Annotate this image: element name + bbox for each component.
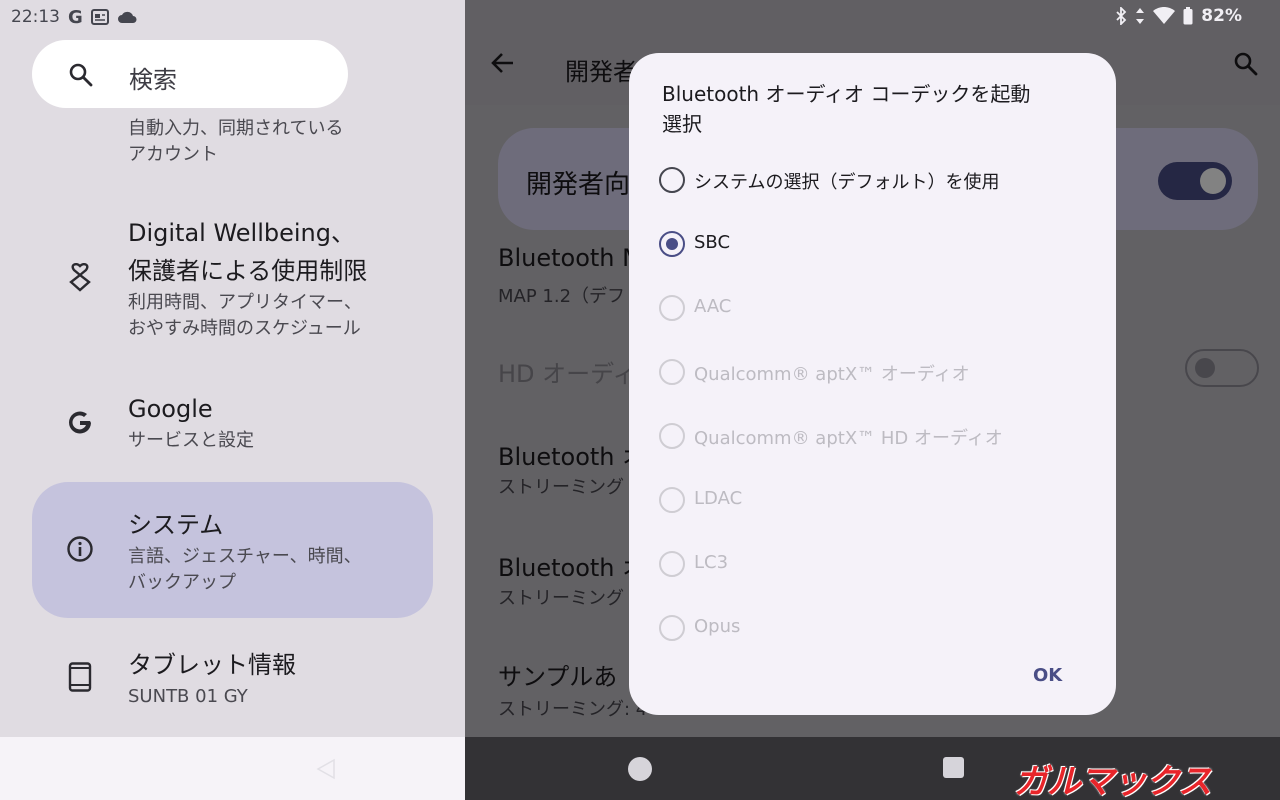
status-bar-right: 82% — [1115, 5, 1242, 27]
radio-label: Qualcomm® aptX™ オーディオ — [694, 364, 970, 385]
tablet-icon — [65, 662, 95, 692]
settings-item-title: システム — [128, 511, 224, 539]
watermark-logo: ガルマックス — [1014, 762, 1212, 800]
radio-button — [659, 615, 685, 641]
radio-button — [659, 487, 685, 513]
radio-option-ldac: LDAC — [657, 480, 1097, 520]
info-icon — [65, 534, 95, 564]
settings-item-digital-wellbeing[interactable]: Digital Wellbeing、 保護者による使用制限 利用時間、アプリタイ… — [32, 212, 433, 352]
radio-button — [659, 423, 685, 449]
radio-option-sbc[interactable]: SBC — [657, 224, 1097, 264]
settings-item-subtitle: 自動入力、同期されている アカウント — [128, 118, 344, 165]
nav-home-icon[interactable] — [628, 757, 652, 781]
radio-selected-dot — [666, 238, 678, 250]
news-icon — [90, 9, 109, 25]
search-bar[interactable]: 検索 — [32, 40, 348, 108]
codec-selection-dialog: Bluetooth オーディオ コーデックを起動 選択 システムの選択（デフォル… — [629, 53, 1116, 715]
data-transfer-icon — [1136, 8, 1145, 24]
ok-button[interactable]: OK — [1033, 665, 1062, 686]
radio-label: Opus — [694, 616, 741, 637]
radio-option-aptx: Qualcomm® aptX™ オーディオ — [657, 352, 1097, 392]
settings-item-tablet-info[interactable]: タブレット情報 SUNTB 01 GY — [32, 646, 433, 726]
search-label: 検索 — [129, 66, 177, 94]
radio-button — [659, 551, 685, 577]
settings-item-google[interactable]: Google サービスと設定 — [32, 390, 433, 470]
radio-button — [659, 295, 685, 321]
radio-option-aptx-hd: Qualcomm® aptX™ HD オーディオ — [657, 416, 1097, 456]
radio-option-aac: AAC — [657, 288, 1097, 328]
radio-label: LC3 — [694, 552, 729, 573]
clock: 22:13 — [11, 7, 60, 27]
settings-item-title: Google — [128, 395, 213, 423]
google-icon — [65, 408, 95, 438]
radio-button[interactable] — [659, 231, 685, 257]
bluetooth-icon — [1116, 7, 1127, 25]
battery-icon — [1183, 7, 1193, 25]
battery-percent: 82% — [1201, 6, 1242, 26]
settings-item-subtitle: 言語、ジェスチャー、時間、 バックアップ — [128, 546, 362, 593]
nav-recents-icon[interactable] — [943, 757, 964, 778]
settings-item-system[interactable]: システム 言語、ジェスチャー、時間、 バックアップ — [32, 482, 433, 618]
settings-item-subtitle: サービスと設定 — [128, 430, 254, 451]
radio-label: AAC — [694, 296, 732, 317]
cloud-icon — [117, 11, 137, 23]
google-notification-icon: G — [68, 6, 83, 28]
radio-button — [659, 359, 685, 385]
radio-option-system-default[interactable]: システムの選択（デフォルト）を使用 — [657, 160, 1097, 200]
radio-label: SBC — [694, 232, 731, 253]
settings-item-title: Digital Wellbeing、 保護者による使用制限 — [128, 219, 368, 285]
settings-item-accounts[interactable]: 自動入力、同期されている アカウント — [32, 112, 433, 172]
radio-label: Qualcomm® aptX™ HD オーディオ — [694, 428, 1003, 449]
dialog-title: Bluetooth オーディオ コーデックを起動 選択 — [662, 82, 1031, 136]
radio-label: LDAC — [694, 488, 743, 509]
radio-button[interactable] — [659, 167, 685, 193]
nav-bar-left — [0, 737, 465, 800]
settings-item-subtitle: 利用時間、アプリタイマー、 おやすみ時間のスケジュール — [128, 292, 362, 339]
settings-item-subtitle: SUNTB 01 GY — [128, 686, 248, 707]
settings-item-title: タブレット情報 — [128, 651, 296, 679]
wifi-icon — [1153, 7, 1176, 24]
radio-option-opus: Opus — [657, 608, 1097, 648]
status-bar-left: 22:13 G — [11, 6, 137, 28]
wellbeing-icon — [65, 262, 95, 292]
settings-list-pane: 22:13 G 検索 自動入力、同期されている アカウント Digital We… — [0, 0, 465, 737]
search-icon — [69, 63, 93, 87]
nav-back-icon[interactable] — [314, 757, 338, 781]
radio-label: システムの選択（デフォルト）を使用 — [694, 172, 1000, 193]
radio-option-lc3: LC3 — [657, 544, 1097, 584]
